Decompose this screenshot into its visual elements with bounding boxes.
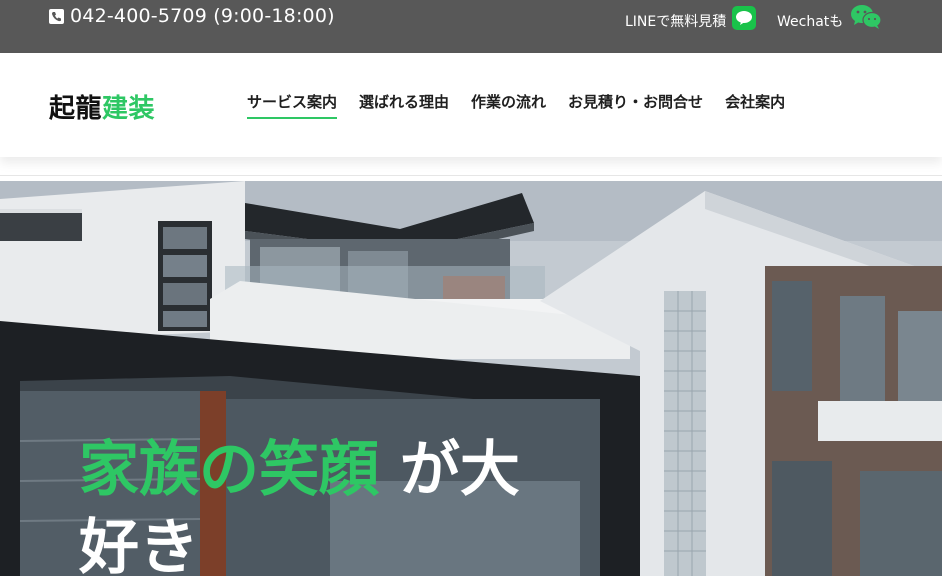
wechat-link[interactable]: Wechatも xyxy=(777,3,883,36)
nav-item-contact[interactable]: お見積り・お問合せ xyxy=(568,91,703,119)
phone-icon xyxy=(49,8,64,24)
nav-item-reasons[interactable]: 選ばれる理由 xyxy=(359,91,449,119)
phone-number: 042-400-5709 (9:00-18:00) xyxy=(70,5,335,27)
top-bar: 042-400-5709 (9:00-18:00) LINEで無料見積 Wech… xyxy=(0,0,942,53)
site-header: 起龍建装 サービス案内 選ばれる理由 作業の流れ お見積り・お問合せ 会社案内 xyxy=(0,53,942,157)
header-divider xyxy=(0,175,942,176)
nav-item-services[interactable]: サービス案内 xyxy=(247,91,338,119)
line-icon xyxy=(732,6,757,30)
wechat-label: Wechatも xyxy=(777,14,844,30)
logo-text-black: 起龍 xyxy=(49,94,103,124)
hero-title-white-1: が大 xyxy=(379,435,520,505)
wechat-icon xyxy=(849,3,883,31)
phone-contact[interactable]: 042-400-5709 (9:00-18:00) xyxy=(49,4,335,28)
nav-item-workflow[interactable]: 作業の流れ xyxy=(471,91,546,119)
line-quote-label: LINEで無料見積 xyxy=(625,14,727,30)
hero-title-white-2: 好き xyxy=(79,513,199,576)
hero-title: 家族の笑顔 が大 好き xyxy=(79,431,599,576)
main-nav: サービス案内 選ばれる理由 作業の流れ お見積り・お問合せ 会社案内 xyxy=(247,91,785,119)
line-quote-link[interactable]: LINEで無料見積 xyxy=(625,6,757,36)
hero-section: 家族の笑顔 が大 好き xyxy=(0,181,942,576)
logo-text-green: 建装 xyxy=(102,94,156,124)
site-logo[interactable]: 起龍建装 xyxy=(49,88,155,125)
hero-title-green: 家族の笑顔 xyxy=(79,435,379,505)
nav-item-company[interactable]: 会社案内 xyxy=(725,91,785,119)
